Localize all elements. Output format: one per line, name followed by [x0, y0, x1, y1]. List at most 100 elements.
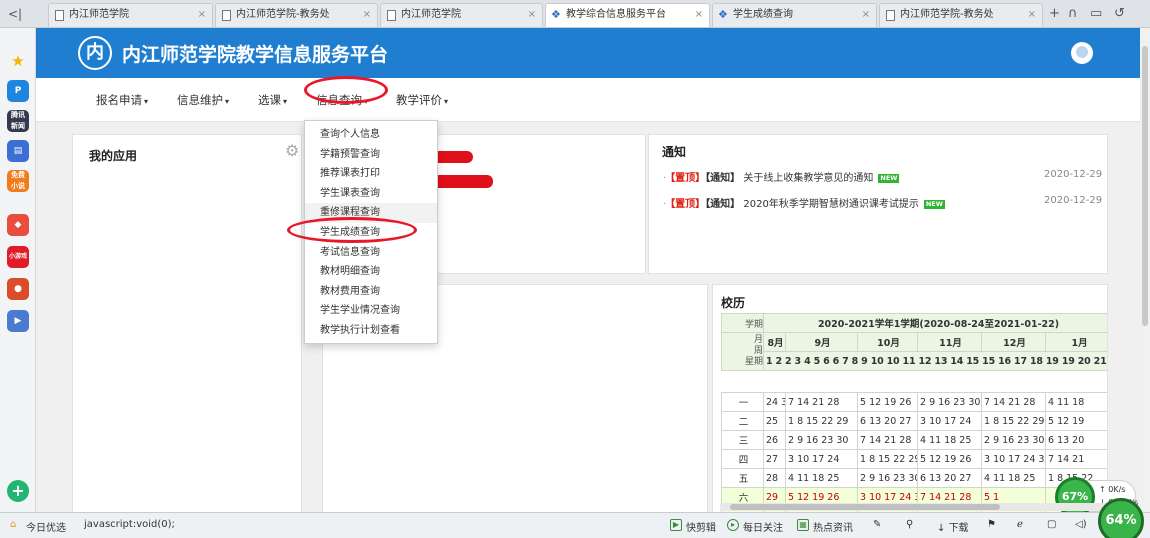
memory-meter[interactable]: 64%: [1098, 498, 1144, 538]
notice-panel: 通知 · 【置顶】【通知】 关于线上收集教学意见的通知 NEW 2020-12-29…: [648, 134, 1108, 274]
browser-tab-bar: <| 内江师范学院 × 内江师范学院-教务处 × 内江师范学院 × ❖ 教学综合…: [0, 0, 1150, 28]
month-header: 1月: [1044, 332, 1107, 352]
page-icon: [886, 10, 895, 21]
dropdown-item[interactable]: 学籍预警查询: [305, 145, 437, 165]
star-icon: ❖: [551, 8, 561, 21]
close-icon[interactable]: ×: [1028, 4, 1036, 26]
tab-title: 内江师范学院: [69, 9, 129, 20]
calendar-table: 学期 2020-2021学年1学期(2020-08-24至2021-01-22)…: [721, 313, 1107, 371]
notice-item[interactable]: · 【置顶】【通知】 关于线上收集教学意见的通知 NEW: [663, 169, 900, 184]
date-cell: 2 9 16 23 30: [917, 392, 982, 412]
tab-title: 内江师范学院: [401, 9, 461, 20]
school-logo: 内: [78, 36, 112, 70]
panel-title: 我的应用: [89, 149, 138, 163]
browser-tab[interactable]: 内江师范学院 ×: [380, 3, 543, 27]
notice-item[interactable]: · 【置顶】【通知】 2020年秋季学期智慧树通识课考试提示 NEW: [663, 195, 945, 210]
status-url: javascript:void(0);: [84, 519, 175, 530]
close-icon[interactable]: ×: [363, 4, 371, 26]
dropdown-item[interactable]: 查询个人信息: [305, 125, 437, 145]
page-icon: [222, 10, 231, 21]
app-icon[interactable]: ✎: [873, 519, 881, 530]
flag-icon[interactable]: ⚑: [987, 519, 996, 530]
axis-label: 月周星期: [721, 332, 764, 371]
nav-teaching-eval[interactable]: 教学评价 ▾: [396, 92, 448, 108]
nav-enroll[interactable]: 报名申请 ▾: [96, 92, 148, 108]
game-icon[interactable]: ◆: [7, 214, 29, 236]
browser-tab[interactable]: 内江师范学院-教务处 ×: [215, 3, 378, 27]
date-cell: 28: [763, 468, 786, 488]
sound-icon[interactable]: ◁): [1075, 519, 1087, 530]
calendar-row: 二 25 1 8 15 22 29 6 13 20 27 3 10 17 24 1 8 1…: [721, 411, 1107, 431]
page-scrollbar[interactable]: [1140, 28, 1150, 512]
add-icon[interactable]: +: [7, 480, 29, 502]
calendar-icon[interactable]: ▤: [7, 140, 29, 162]
close-icon[interactable]: ×: [198, 4, 206, 26]
calendar-days-table: 一24 317 14 21 285 12 19 262 9 16 23 307 …: [721, 392, 1107, 512]
quick-edit-link[interactable]: 快剪辑: [686, 519, 716, 534]
dropdown-item[interactable]: 教材费用查询: [305, 282, 437, 302]
page-icon: [387, 10, 396, 21]
date-cell: 26: [763, 430, 786, 450]
close-icon[interactable]: ×: [695, 4, 703, 26]
dropdown-item[interactable]: 教学执行计划查看: [305, 321, 437, 341]
date-cell: 4 11 18 25: [785, 468, 858, 488]
news-icon[interactable]: 腾讯 新闻: [7, 110, 29, 132]
dropdown-item[interactable]: 学生课表查询: [305, 184, 437, 204]
favorites-icon[interactable]: ★: [7, 50, 29, 72]
chevron-down-icon: ▾: [225, 97, 230, 106]
date-cell: 4 11 18 25: [981, 468, 1046, 488]
daily-follow-link[interactable]: 每日关注: [743, 519, 783, 534]
browser-icon[interactable]: ℯ: [1017, 519, 1023, 530]
panel-title: 通知: [662, 145, 687, 159]
app-p-icon[interactable]: P: [7, 80, 29, 102]
avatar[interactable]: [1071, 42, 1093, 64]
restore-icon[interactable]: ↺: [1114, 4, 1125, 24]
nav-info-maintain[interactable]: 信息维护 ▾: [177, 92, 229, 108]
date-cell: 5 12 19 26: [917, 449, 982, 469]
month-header: 12月: [981, 332, 1046, 352]
date-cell: 2 9 16 23 30: [785, 430, 858, 450]
date-cell: 3 10 17 24: [917, 411, 982, 431]
hot-news-link[interactable]: 热点资讯: [813, 519, 853, 534]
play-icon[interactable]: ▶: [7, 310, 29, 332]
download-link[interactable]: ↓ 下载: [937, 519, 969, 534]
date-cell: 6 13 20 27: [857, 411, 918, 431]
browser-tab[interactable]: 内江师范学院-教务处 ×: [879, 3, 1043, 27]
calendar-scrollbar[interactable]: [720, 503, 1108, 511]
close-icon[interactable]: ×: [862, 4, 870, 26]
novel-icon[interactable]: 免费 小说: [7, 170, 29, 192]
dropdown-item[interactable]: 教材明细查询: [305, 262, 437, 282]
week-numbers: 1 2 2 3 4 5 6 6 7 8 9 10 10 11 12 13 14 …: [762, 351, 1107, 371]
date-cell: 27: [763, 449, 786, 469]
pin-icon[interactable]: ⚲: [906, 519, 913, 530]
close-icon[interactable]: ×: [528, 4, 536, 26]
browser-tab[interactable]: 内江师范学院 ×: [48, 3, 213, 27]
sidebar-dock: ★ P 腾讯 新闻 ▤ 免费 小说 ◆ 小游戏 ● ▶ +: [0, 28, 36, 512]
tab-title: 内江师范学院-教务处: [236, 9, 330, 20]
new-tab-button[interactable]: +: [1049, 4, 1060, 24]
date-cell: 6 13 20: [1045, 430, 1107, 450]
undo-icon[interactable]: ∩: [1068, 4, 1078, 24]
gift-icon[interactable]: ⌂: [10, 519, 16, 530]
my-apps-panel: 我的应用 ⚙: [72, 134, 302, 512]
weekday-cell: 一: [721, 392, 764, 412]
dropdown-item[interactable]: 推荐课表打印: [305, 164, 437, 184]
window-icon[interactable]: ▭: [1090, 4, 1102, 24]
browser-tab[interactable]: ❖ 学生成绩查询 ×: [712, 3, 877, 27]
nav-course-select[interactable]: 选课 ▾: [258, 92, 287, 108]
character-icon[interactable]: ●: [7, 278, 29, 300]
chevron-down-icon: ▾: [444, 97, 449, 106]
dropdown-item[interactable]: 考试信息查询: [305, 243, 437, 263]
daily-picks-link[interactable]: 今日优选: [26, 519, 66, 534]
gear-icon[interactable]: ⚙: [285, 143, 301, 159]
date-cell: 24 31: [763, 392, 786, 412]
dropdown-item[interactable]: 学生学业情况查询: [305, 301, 437, 321]
mini-game-icon[interactable]: 小游戏: [7, 246, 29, 268]
back-button[interactable]: <|: [4, 4, 26, 24]
browser-tab-active[interactable]: ❖ 教学综合信息服务平台 ×: [545, 3, 710, 27]
annotation-circle: [304, 76, 388, 104]
month-header: 8月: [763, 332, 786, 352]
window-icon[interactable]: ▢: [1047, 519, 1056, 530]
upload-speed: ↑ 0K/s: [1099, 485, 1126, 494]
new-badge: NEW: [878, 173, 900, 183]
